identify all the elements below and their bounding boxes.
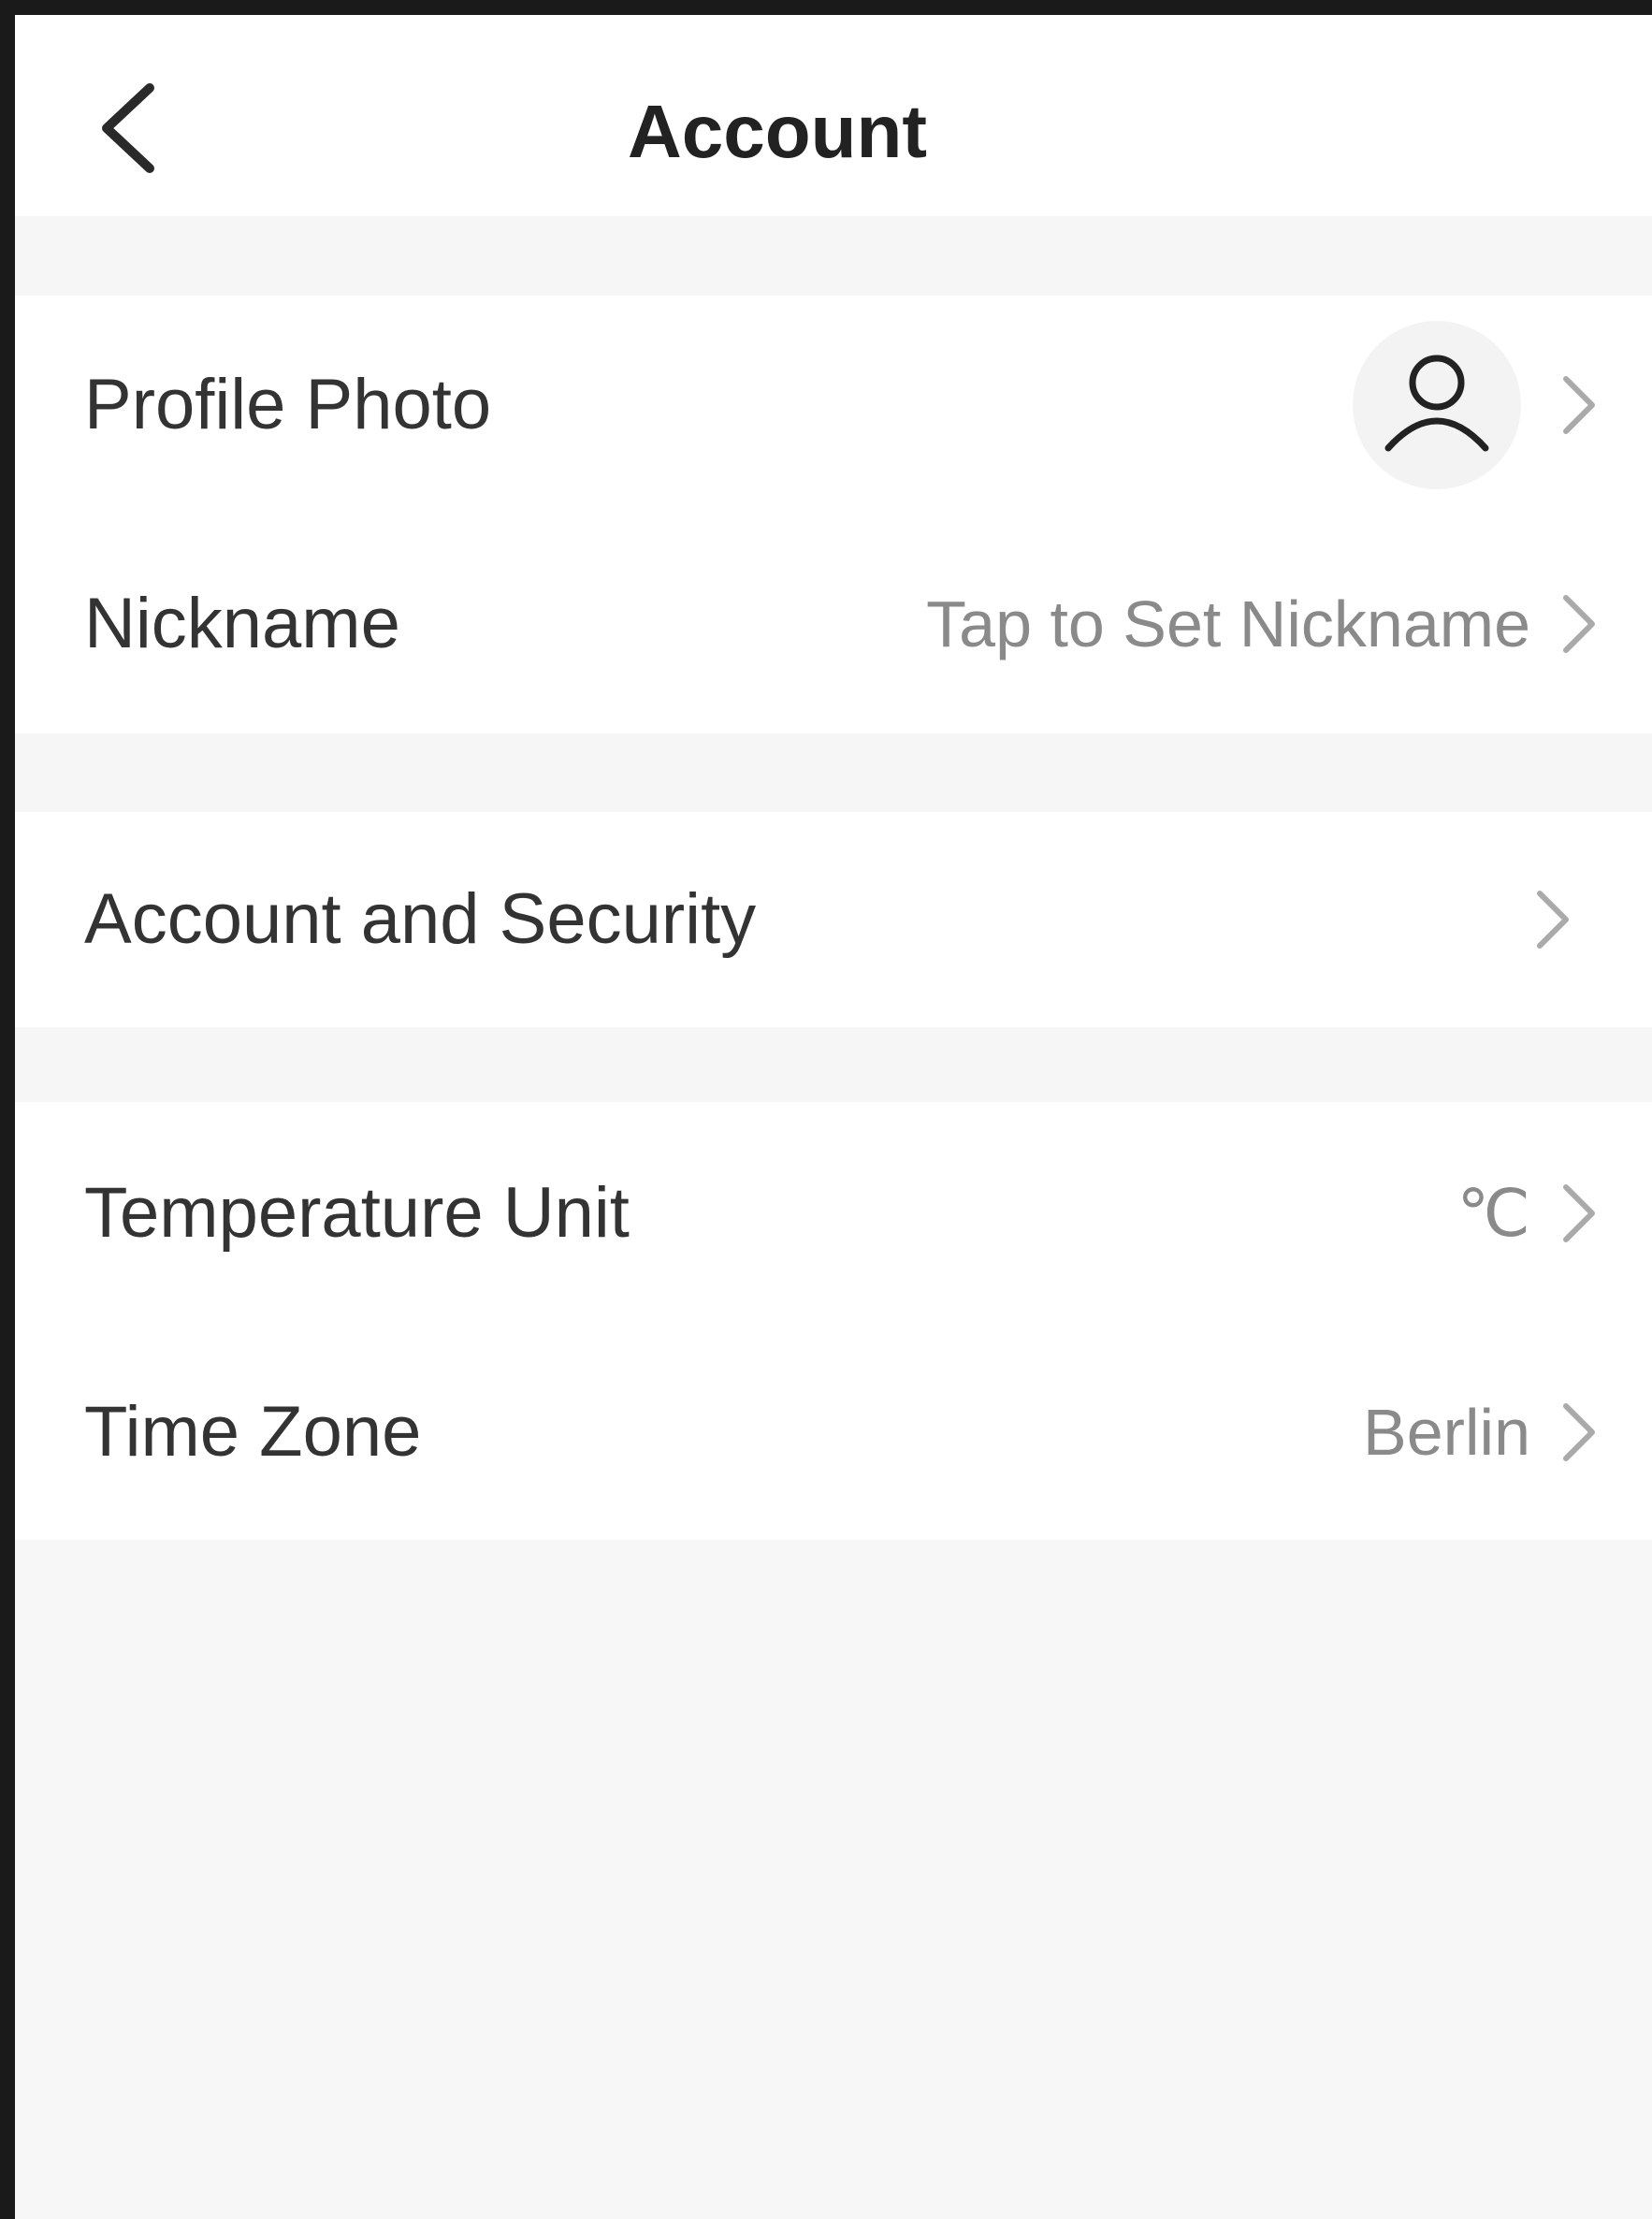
chevron-right-icon [1557, 371, 1600, 439]
chevron-right-icon [1530, 886, 1573, 953]
section-divider [15, 733, 1652, 812]
time-zone-label: Time Zone [84, 1392, 422, 1472]
chevron-right-icon [1557, 1399, 1600, 1466]
nickname-value: Tap to Set Nickname [926, 587, 1530, 660]
account-security-row[interactable]: Account and Security [15, 812, 1652, 1027]
profile-photo-row[interactable]: Profile Photo [15, 296, 1652, 515]
temperature-unit-label: Temperature Unit [84, 1173, 630, 1253]
temperature-unit-value: ℃ [1456, 1177, 1530, 1250]
settings-group: Temperature Unit ℃ Time Zone Berlin [15, 1102, 1652, 1540]
account-security-label: Account and Security [84, 879, 757, 959]
time-zone-row[interactable]: Time Zone Berlin [15, 1321, 1652, 1540]
security-group: Account and Security [15, 812, 1652, 1027]
section-divider [15, 1027, 1652, 1102]
page-title: Account [628, 90, 927, 173]
section-divider [15, 216, 1652, 296]
temperature-unit-row[interactable]: Temperature Unit ℃ [15, 1102, 1652, 1321]
nickname-label: Nickname [84, 584, 400, 663]
chevron-right-icon [1557, 1180, 1600, 1247]
profile-group: Profile Photo Nickname Tap to Set Nickna… [15, 296, 1652, 733]
nickname-row[interactable]: Nickname Tap to Set Nickname [15, 515, 1652, 733]
profile-photo-label: Profile Photo [84, 365, 492, 444]
app-screen: Account Profile Photo Nickname Tap to Se… [0, 0, 1652, 2219]
chevron-right-icon [1557, 590, 1600, 658]
user-avatar-icon[interactable] [1353, 321, 1521, 489]
nav-header: Account [15, 15, 1652, 216]
time-zone-value: Berlin [1363, 1396, 1530, 1469]
